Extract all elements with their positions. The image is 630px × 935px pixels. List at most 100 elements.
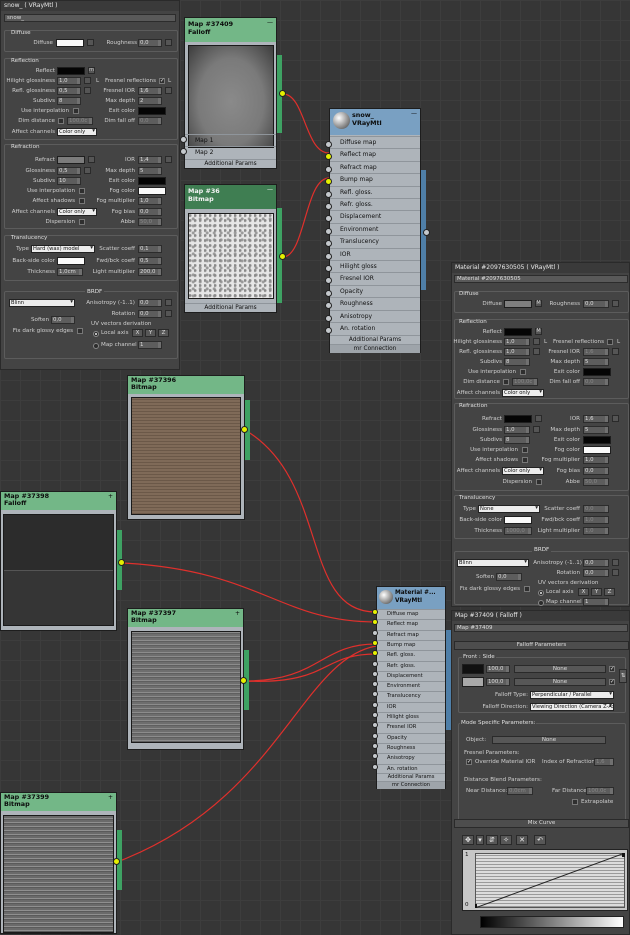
slot-fresnel-ior[interactable]: Fresnel IOR — [377, 722, 445, 732]
socket-roughness[interactable] — [372, 742, 378, 749]
far-distance-spinner[interactable]: 100,0c — [586, 787, 614, 795]
translucency-type-dropdown[interactable]: Hard (wax) model — [31, 245, 95, 253]
mr-connection-footer[interactable]: mr Connection — [377, 781, 445, 789]
expand-icon[interactable]: + — [108, 794, 113, 801]
material-name-field[interactable]: snow_ — [4, 14, 176, 22]
mix-curve-rollout[interactable]: Mix Curve — [454, 819, 629, 828]
slot-hilight-gloss[interactable]: Hilight gloss — [330, 260, 420, 272]
subdivs-spinner[interactable]: 8 — [57, 97, 81, 105]
hilight-map-button[interactable] — [84, 77, 91, 84]
minimize-icon[interactable]: — — [411, 110, 417, 118]
subdivs-spinner[interactable]: 8 — [504, 358, 530, 366]
back-side-color-swatch[interactable] — [57, 257, 85, 265]
refract-color-swatch[interactable] — [57, 156, 85, 164]
front-color-swatch[interactable] — [462, 664, 484, 674]
reflect-map-button[interactable]: m — [88, 67, 95, 74]
slot-translucency[interactable]: Translucency — [330, 235, 420, 247]
exit-color-swatch[interactable] — [138, 107, 166, 115]
mix-curve-graph[interactable]: 1 0 — [462, 849, 628, 911]
socket-an-rotation[interactable] — [325, 327, 332, 334]
slot-reflect-map[interactable]: Reflect map — [330, 148, 420, 160]
dim-distance-spinner[interactable]: 100,0c — [512, 378, 538, 386]
material-name-field[interactable]: Material #2097630505 — [454, 275, 628, 283]
thickness-spinner[interactable]: 1000,0 — [504, 527, 532, 535]
node-snow-vraymtl[interactable]: snow_ VRayMtl — Diffuse map Reflect map Re… — [329, 108, 421, 353]
slot-an-rotation[interactable]: An. rotation — [330, 322, 420, 334]
output-socket-falloff[interactable] — [279, 90, 286, 97]
exit-color-swatch[interactable] — [583, 368, 611, 376]
slot-translucency[interactable]: Translucency — [377, 691, 445, 701]
abbe-spinner[interactable]: 50,0 — [583, 478, 609, 486]
slot-displacement[interactable]: Displacement — [377, 670, 445, 681]
fog-color-swatch[interactable] — [138, 187, 166, 195]
axis-y-button[interactable]: Y — [145, 329, 156, 337]
expand-icon[interactable]: + — [108, 493, 113, 500]
slot-map-2[interactable]: Map 2 — [185, 146, 276, 158]
axis-z-button[interactable]: Z — [158, 329, 169, 337]
slot-roughness[interactable]: Roughness — [330, 297, 420, 309]
output-socket-37396[interactable] — [241, 426, 248, 433]
diffuse-color-swatch[interactable] — [504, 300, 532, 308]
override-ior-checkbox[interactable]: ✓ — [466, 759, 472, 765]
socket-an-rotation[interactable] — [372, 763, 378, 770]
node-bitmap-37397[interactable]: Map #37397 Bitmap + — [127, 608, 244, 750]
slot-environment[interactable]: Environment — [330, 222, 420, 235]
reflect-color-swatch[interactable] — [504, 328, 532, 336]
diffuse-color-swatch[interactable] — [56, 39, 84, 47]
dim-distance-checkbox[interactable] — [503, 379, 509, 385]
brdf-type-dropdown[interactable]: Blinn — [457, 559, 529, 567]
hilight-glossiness-spinner[interactable]: 1,0 — [504, 338, 530, 346]
fog-multiplier-spinner[interactable]: 1,0 — [138, 197, 162, 205]
brdf-type-dropdown[interactable]: Blinn — [9, 299, 75, 307]
reflect-map-button[interactable]: M — [535, 328, 542, 335]
side-map-button[interactable]: None — [514, 678, 606, 686]
soften-spinner[interactable]: 0,0 — [51, 316, 75, 324]
anisotropy-map-button[interactable] — [165, 299, 172, 306]
scale-point-icon[interactable]: ⇵ — [486, 835, 498, 845]
side-color-swatch[interactable] — [462, 677, 484, 687]
falloff-type-dropdown[interactable]: Perpendicular / Parallel — [530, 691, 614, 699]
affect-channels-dropdown[interactable]: Color only — [502, 389, 544, 397]
slot-refl-gloss[interactable]: Refl. gloss. — [330, 185, 420, 198]
ior-map-button[interactable] — [165, 156, 172, 163]
socket-diffuse-map[interactable] — [325, 141, 332, 148]
additional-params-footer[interactable]: Additional Params — [377, 773, 445, 781]
fresnel-ior-spinner[interactable]: 1,6 — [583, 348, 609, 356]
fwd-bck-coeff-spinner[interactable]: 0,5 — [138, 257, 162, 265]
additional-params-footer[interactable]: Additional Params — [330, 335, 420, 344]
slot-refract-map[interactable]: Refract map — [377, 629, 445, 640]
map-channel-radio[interactable] — [538, 600, 544, 606]
dim-fall-off-spinner[interactable]: 0,0 — [138, 117, 162, 125]
socket-refr-gloss[interactable] — [372, 660, 378, 667]
additional-params-footer[interactable]: Additional Params — [185, 303, 276, 312]
socket-diffuse-map[interactable] — [372, 609, 378, 615]
socket-environment[interactable] — [325, 227, 332, 235]
socket-ior[interactable] — [372, 701, 378, 708]
refr-subdivs-spinner[interactable]: 10 — [57, 177, 81, 185]
chevron-down-icon[interactable]: ▾ — [476, 835, 484, 845]
ior-map-button[interactable] — [612, 415, 619, 422]
slot-refr-gloss[interactable]: Refr. gloss. — [330, 198, 420, 210]
refr-exit-color-swatch[interactable] — [138, 177, 166, 185]
slot-anisotropy[interactable]: Anisotropy — [377, 753, 445, 763]
socket-anisotropy[interactable] — [325, 314, 332, 322]
output-socket-37398[interactable] — [118, 559, 125, 566]
slot-refl-gloss[interactable]: Refl. gloss. — [377, 650, 445, 660]
local-axis-radio[interactable] — [93, 331, 99, 337]
slot-map-1[interactable]: Map 1 — [185, 134, 276, 146]
anisotropy-spinner[interactable]: 0,0 — [138, 299, 162, 307]
delete-point-icon[interactable]: ✕ — [516, 835, 528, 845]
socket-map-1[interactable] — [180, 136, 187, 143]
rotation-spinner[interactable]: 0,0 — [583, 569, 609, 577]
diffuse-map-button[interactable]: M — [535, 300, 542, 307]
socket-opacity[interactable] — [372, 732, 378, 739]
anisotropy-map-button[interactable] — [612, 559, 619, 566]
fog-color-swatch[interactable] — [583, 446, 611, 454]
socket-refl-gloss[interactable] — [325, 190, 332, 198]
socket-displacement[interactable] — [372, 670, 378, 677]
anisotropy-spinner[interactable]: 0,0 — [583, 559, 609, 567]
map-name-field[interactable]: Map #37409 — [454, 624, 628, 632]
slot-roughness[interactable]: Roughness — [377, 742, 445, 753]
slot-reflect-map[interactable]: Reflect map — [377, 619, 445, 629]
slot-bump-map[interactable]: Bump map — [377, 639, 445, 650]
